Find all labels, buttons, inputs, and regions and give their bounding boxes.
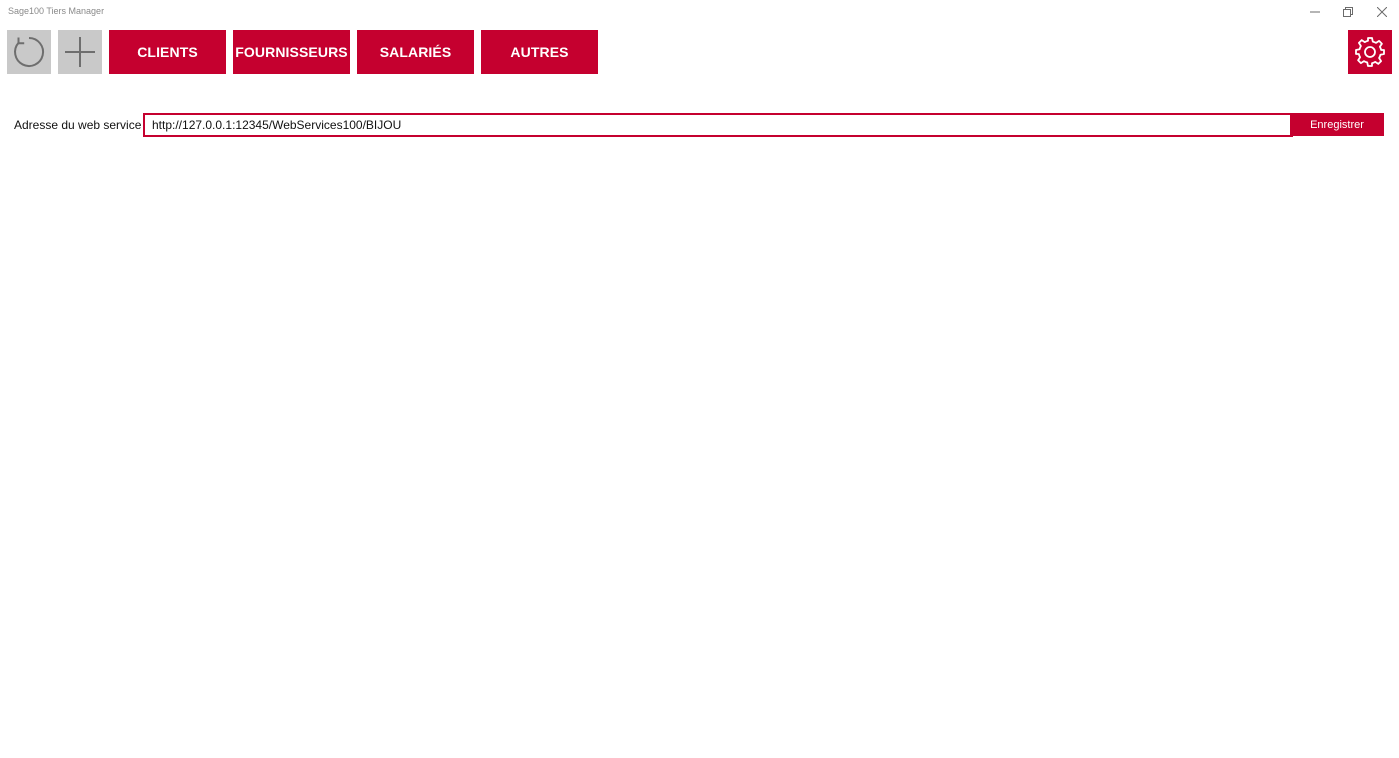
- app-title: Sage100 Tiers Manager: [8, 6, 105, 16]
- restore-button[interactable]: [1331, 0, 1365, 24]
- salaries-button[interactable]: SALARIÉS: [357, 30, 474, 74]
- add-button[interactable]: [58, 30, 102, 74]
- refresh-button[interactable]: [7, 30, 51, 74]
- title-bar: Sage100 Tiers Manager: [0, 0, 1399, 24]
- close-icon: [1377, 7, 1387, 17]
- clients-button[interactable]: CLIENTS: [109, 30, 226, 74]
- minimize-icon: [1310, 11, 1320, 13]
- fournisseurs-button[interactable]: FOURNISSEURS: [233, 30, 350, 74]
- plus-icon: [65, 37, 95, 67]
- save-button[interactable]: Enregistrer: [1290, 113, 1384, 136]
- refresh-icon: [14, 36, 45, 67]
- webservice-url-input[interactable]: [143, 113, 1293, 137]
- app-window: Sage100 Tiers Manager CLIENTS FOURNISSEU…: [0, 0, 1399, 758]
- gear-icon: [1355, 37, 1385, 67]
- close-button[interactable]: [1365, 0, 1399, 24]
- autres-button[interactable]: AUTRES: [481, 30, 598, 74]
- settings-button[interactable]: [1348, 30, 1392, 74]
- restore-icon: [1343, 7, 1353, 17]
- minimize-button[interactable]: [1298, 0, 1332, 24]
- webservice-label: Adresse du web service :: [14, 118, 149, 132]
